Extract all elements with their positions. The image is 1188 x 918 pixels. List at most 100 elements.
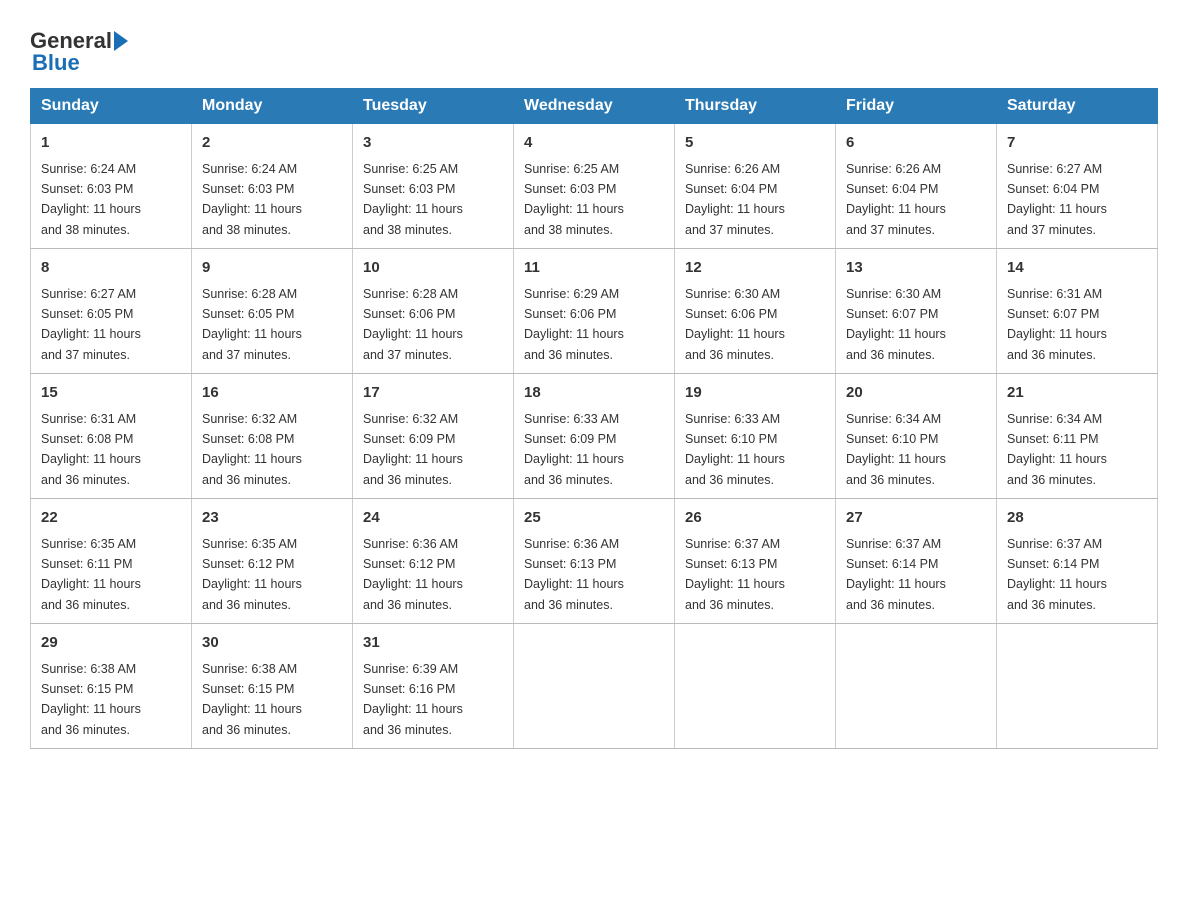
col-header-thursday: Thursday (675, 89, 836, 124)
day-info: Sunrise: 6:33 AMSunset: 6:09 PMDaylight:… (524, 412, 624, 487)
day-number: 27 (846, 507, 986, 530)
day-number: 1 (41, 132, 181, 155)
day-info: Sunrise: 6:38 AMSunset: 6:15 PMDaylight:… (202, 662, 302, 737)
day-info: Sunrise: 6:29 AMSunset: 6:06 PMDaylight:… (524, 287, 624, 362)
day-info: Sunrise: 6:37 AMSunset: 6:14 PMDaylight:… (846, 537, 946, 612)
day-info: Sunrise: 6:24 AMSunset: 6:03 PMDaylight:… (41, 162, 141, 237)
day-info: Sunrise: 6:25 AMSunset: 6:03 PMDaylight:… (363, 162, 463, 237)
day-number: 26 (685, 507, 825, 530)
day-info: Sunrise: 6:26 AMSunset: 6:04 PMDaylight:… (846, 162, 946, 237)
calendar-week-3: 15 Sunrise: 6:31 AMSunset: 6:08 PMDaylig… (31, 374, 1158, 499)
calendar-cell: 10 Sunrise: 6:28 AMSunset: 6:06 PMDaylig… (353, 249, 514, 374)
day-info: Sunrise: 6:31 AMSunset: 6:08 PMDaylight:… (41, 412, 141, 487)
day-info: Sunrise: 6:38 AMSunset: 6:15 PMDaylight:… (41, 662, 141, 737)
day-info: Sunrise: 6:26 AMSunset: 6:04 PMDaylight:… (685, 162, 785, 237)
col-header-saturday: Saturday (997, 89, 1158, 124)
calendar-week-5: 29 Sunrise: 6:38 AMSunset: 6:15 PMDaylig… (31, 624, 1158, 749)
day-info: Sunrise: 6:28 AMSunset: 6:05 PMDaylight:… (202, 287, 302, 362)
day-info: Sunrise: 6:27 AMSunset: 6:04 PMDaylight:… (1007, 162, 1107, 237)
calendar-cell: 26 Sunrise: 6:37 AMSunset: 6:13 PMDaylig… (675, 499, 836, 624)
day-info: Sunrise: 6:35 AMSunset: 6:11 PMDaylight:… (41, 537, 141, 612)
logo: General Blue (30, 30, 128, 76)
day-number: 24 (363, 507, 503, 530)
day-info: Sunrise: 6:35 AMSunset: 6:12 PMDaylight:… (202, 537, 302, 612)
calendar-cell: 27 Sunrise: 6:37 AMSunset: 6:14 PMDaylig… (836, 499, 997, 624)
calendar-cell: 30 Sunrise: 6:38 AMSunset: 6:15 PMDaylig… (192, 624, 353, 749)
calendar-week-1: 1 Sunrise: 6:24 AMSunset: 6:03 PMDayligh… (31, 124, 1158, 249)
calendar-week-2: 8 Sunrise: 6:27 AMSunset: 6:05 PMDayligh… (31, 249, 1158, 374)
calendar-header-row: SundayMondayTuesdayWednesdayThursdayFrid… (31, 89, 1158, 124)
day-number: 28 (1007, 507, 1147, 530)
page-header: General Blue (30, 20, 1158, 76)
day-number: 6 (846, 132, 986, 155)
day-info: Sunrise: 6:31 AMSunset: 6:07 PMDaylight:… (1007, 287, 1107, 362)
day-info: Sunrise: 6:27 AMSunset: 6:05 PMDaylight:… (41, 287, 141, 362)
calendar-cell: 20 Sunrise: 6:34 AMSunset: 6:10 PMDaylig… (836, 374, 997, 499)
calendar-cell: 2 Sunrise: 6:24 AMSunset: 6:03 PMDayligh… (192, 124, 353, 249)
calendar-cell: 13 Sunrise: 6:30 AMSunset: 6:07 PMDaylig… (836, 249, 997, 374)
day-number: 29 (41, 632, 181, 655)
calendar-cell: 24 Sunrise: 6:36 AMSunset: 6:12 PMDaylig… (353, 499, 514, 624)
day-number: 4 (524, 132, 664, 155)
day-info: Sunrise: 6:36 AMSunset: 6:12 PMDaylight:… (363, 537, 463, 612)
day-number: 13 (846, 257, 986, 280)
day-number: 19 (685, 382, 825, 405)
day-number: 31 (363, 632, 503, 655)
calendar-cell: 12 Sunrise: 6:30 AMSunset: 6:06 PMDaylig… (675, 249, 836, 374)
calendar-cell: 28 Sunrise: 6:37 AMSunset: 6:14 PMDaylig… (997, 499, 1158, 624)
calendar-cell: 23 Sunrise: 6:35 AMSunset: 6:12 PMDaylig… (192, 499, 353, 624)
day-info: Sunrise: 6:34 AMSunset: 6:11 PMDaylight:… (1007, 412, 1107, 487)
day-info: Sunrise: 6:32 AMSunset: 6:09 PMDaylight:… (363, 412, 463, 487)
calendar-cell: 5 Sunrise: 6:26 AMSunset: 6:04 PMDayligh… (675, 124, 836, 249)
calendar-cell: 1 Sunrise: 6:24 AMSunset: 6:03 PMDayligh… (31, 124, 192, 249)
calendar-cell: 15 Sunrise: 6:31 AMSunset: 6:08 PMDaylig… (31, 374, 192, 499)
day-number: 10 (363, 257, 503, 280)
calendar-table: SundayMondayTuesdayWednesdayThursdayFrid… (30, 88, 1158, 749)
logo-general: General (30, 30, 112, 52)
day-number: 21 (1007, 382, 1147, 405)
day-number: 9 (202, 257, 342, 280)
day-number: 3 (363, 132, 503, 155)
calendar-cell: 9 Sunrise: 6:28 AMSunset: 6:05 PMDayligh… (192, 249, 353, 374)
calendar-cell: 29 Sunrise: 6:38 AMSunset: 6:15 PMDaylig… (31, 624, 192, 749)
calendar-cell: 4 Sunrise: 6:25 AMSunset: 6:03 PMDayligh… (514, 124, 675, 249)
day-info: Sunrise: 6:39 AMSunset: 6:16 PMDaylight:… (363, 662, 463, 737)
day-number: 23 (202, 507, 342, 530)
day-info: Sunrise: 6:30 AMSunset: 6:06 PMDaylight:… (685, 287, 785, 362)
calendar-cell: 18 Sunrise: 6:33 AMSunset: 6:09 PMDaylig… (514, 374, 675, 499)
col-header-friday: Friday (836, 89, 997, 124)
day-info: Sunrise: 6:28 AMSunset: 6:06 PMDaylight:… (363, 287, 463, 362)
calendar-cell: 25 Sunrise: 6:36 AMSunset: 6:13 PMDaylig… (514, 499, 675, 624)
day-info: Sunrise: 6:24 AMSunset: 6:03 PMDaylight:… (202, 162, 302, 237)
day-number: 11 (524, 257, 664, 280)
day-info: Sunrise: 6:37 AMSunset: 6:13 PMDaylight:… (685, 537, 785, 612)
day-number: 22 (41, 507, 181, 530)
calendar-cell: 6 Sunrise: 6:26 AMSunset: 6:04 PMDayligh… (836, 124, 997, 249)
calendar-cell: 8 Sunrise: 6:27 AMSunset: 6:05 PMDayligh… (31, 249, 192, 374)
calendar-cell: 11 Sunrise: 6:29 AMSunset: 6:06 PMDaylig… (514, 249, 675, 374)
day-info: Sunrise: 6:30 AMSunset: 6:07 PMDaylight:… (846, 287, 946, 362)
col-header-tuesday: Tuesday (353, 89, 514, 124)
calendar-week-4: 22 Sunrise: 6:35 AMSunset: 6:11 PMDaylig… (31, 499, 1158, 624)
day-number: 7 (1007, 132, 1147, 155)
calendar-cell (514, 624, 675, 749)
day-number: 18 (524, 382, 664, 405)
calendar-cell (675, 624, 836, 749)
day-info: Sunrise: 6:34 AMSunset: 6:10 PMDaylight:… (846, 412, 946, 487)
logo-blue: Blue (30, 50, 80, 76)
calendar-cell: 21 Sunrise: 6:34 AMSunset: 6:11 PMDaylig… (997, 374, 1158, 499)
day-number: 17 (363, 382, 503, 405)
day-info: Sunrise: 6:32 AMSunset: 6:08 PMDaylight:… (202, 412, 302, 487)
calendar-cell: 14 Sunrise: 6:31 AMSunset: 6:07 PMDaylig… (997, 249, 1158, 374)
logo-arrow-icon (114, 31, 128, 51)
day-number: 15 (41, 382, 181, 405)
day-number: 30 (202, 632, 342, 655)
day-number: 14 (1007, 257, 1147, 280)
day-info: Sunrise: 6:33 AMSunset: 6:10 PMDaylight:… (685, 412, 785, 487)
col-header-wednesday: Wednesday (514, 89, 675, 124)
col-header-monday: Monday (192, 89, 353, 124)
calendar-cell: 16 Sunrise: 6:32 AMSunset: 6:08 PMDaylig… (192, 374, 353, 499)
day-number: 25 (524, 507, 664, 530)
calendar-cell: 19 Sunrise: 6:33 AMSunset: 6:10 PMDaylig… (675, 374, 836, 499)
day-number: 8 (41, 257, 181, 280)
